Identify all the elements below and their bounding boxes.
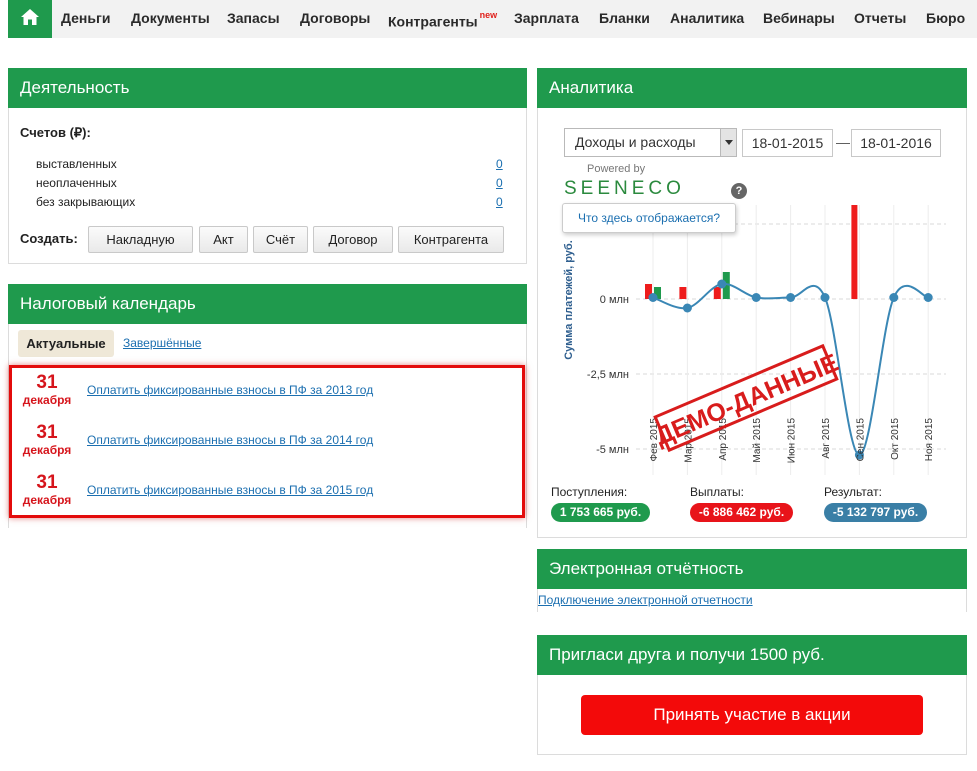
analytics-title: Аналитика [537,68,967,108]
nav-stock[interactable]: Запасы [227,0,280,38]
nav-webinars[interactable]: Вебинары [763,0,835,38]
income-value-badge: 1 753 665 руб. [551,503,650,522]
tab-actual[interactable]: Актуальные [18,330,114,357]
question-icon[interactable]: ? [731,183,747,199]
event-day: 31 [36,422,58,443]
join-promo-button[interactable]: Принять участие в акции [581,695,923,735]
chart-y-label: Сумма платежей, руб. [563,240,575,360]
e-reporting-title: Электронная отчётность [537,549,967,589]
nav-forms[interactable]: Бланки [599,0,650,38]
home-button[interactable] [8,0,52,38]
event-day: 31 [36,472,58,493]
top-navigation: Деньги Документы Запасы Договоры Контраг… [8,0,977,38]
result-point [786,293,796,302]
demo-data-stamp: ДЕМО-ДАННЫЕ [651,343,843,453]
create-act-button[interactable]: Акт [199,226,248,253]
what-is-shown-tooltip[interactable]: Что здесь отображается? [562,203,736,233]
nav-salary[interactable]: Зарплата [514,0,579,38]
x-tick-label: Авг 2015 [821,418,832,459]
date-from-input[interactable]: 18-01-2015 [742,129,833,157]
issued-label: выставленных [36,157,117,171]
event-month: декабря [22,393,72,407]
invoices-label: Счетов (₽): [20,125,91,140]
y-tick-label: 0 млн [600,294,629,306]
seeneco-logo: SEENECO [564,178,685,199]
y-tick-label: -5 млн [596,444,629,456]
event-month: декабря [22,443,72,457]
unpaid-label: неоплаченных [36,176,117,190]
result-point [820,293,830,302]
nav-documents[interactable]: Документы [131,0,210,38]
nav-counterparties-label: Контрагенты [388,13,478,30]
x-tick-label: Окт 2015 [890,418,901,460]
date-separator: — [836,134,850,150]
report-type-select[interactable]: Доходы и расходы [564,128,737,157]
result-point [889,293,899,302]
tax-event-link[interactable]: Оплатить фиксированные взносы в ПФ за 20… [87,433,373,447]
date-to-input[interactable]: 18-01-2016 [851,129,941,157]
y-tick-label: -2,5 млн [587,369,629,381]
new-badge: new [479,10,498,20]
report-type-value: Доходы и расходы [575,134,696,150]
chevron-down-icon[interactable] [720,129,736,156]
result-value-badge: -5 132 797 руб. [824,503,927,522]
nav-reports[interactable]: Отчеты [854,0,906,38]
event-day: 31 [36,372,58,393]
nav-analytics[interactable]: Аналитика [670,0,744,38]
create-waybill-button[interactable]: Накладную [88,226,193,253]
x-tick-label: Май 2015 [752,418,763,463]
analytics-chart: 2,5 млн0 млн-2,5 млн-5 млн-7,5 млн Фев 2… [563,205,946,475]
payout-bar [713,287,721,299]
x-tick-label: Июн 2015 [787,418,798,464]
create-invoice-button[interactable]: Счёт [253,226,308,253]
event-month: декабря [22,493,72,507]
payout-value-badge: -6 886 462 руб. [690,503,793,522]
result-point [717,279,727,289]
tax-event-link[interactable]: Оплатить фиксированные взносы в ПФ за 20… [87,383,373,397]
tab-completed[interactable]: Завершённые [123,336,201,350]
demo-stamp-text: ДЕМО-ДАННЫЕ [651,349,843,451]
result-label: Результат: [824,485,882,499]
income-label: Поступления: [551,485,628,499]
issued-count[interactable]: 0 [496,157,503,171]
result-point [751,293,761,302]
create-label: Создать: [20,231,78,246]
payout-bar [679,287,687,299]
nav-money[interactable]: Деньги [61,0,110,38]
payout-label: Выплаты: [690,485,744,499]
no-closing-count[interactable]: 0 [496,195,503,209]
create-contract-button[interactable]: Договор [313,226,393,253]
promo-title: Пригласи друга и получи 1500 руб. [537,635,967,675]
tax-calendar-title: Налоговый календарь [8,284,527,324]
result-point [923,293,933,302]
tax-event-link[interactable]: Оплатить фиксированные взносы в ПФ за 20… [87,483,373,497]
home-icon [20,8,40,31]
x-tick-label: Ноя 2015 [924,418,935,462]
chart-y-ticks: 2,5 млн0 млн-2,5 млн-5 млн-7,5 млн [587,219,629,456]
result-point [648,293,658,302]
create-counterparty-button[interactable]: Контрагента [398,226,504,253]
no-closing-label: без закрывающих [36,195,136,209]
result-point [682,303,692,313]
e-reporting-connect-link[interactable]: Подключение электронной отчетности [538,593,753,607]
activity-title: Деятельность [8,68,527,108]
unpaid-count[interactable]: 0 [496,176,503,190]
powered-by-label: Powered by [587,163,646,175]
payout-bar [851,205,858,299]
nav-counterparties[interactable]: Контрагенты new [388,0,497,38]
nav-contracts[interactable]: Договоры [300,0,370,38]
nav-bureau[interactable]: Бюро [926,0,965,38]
x-tick-label: Сен 2015 [855,418,866,462]
